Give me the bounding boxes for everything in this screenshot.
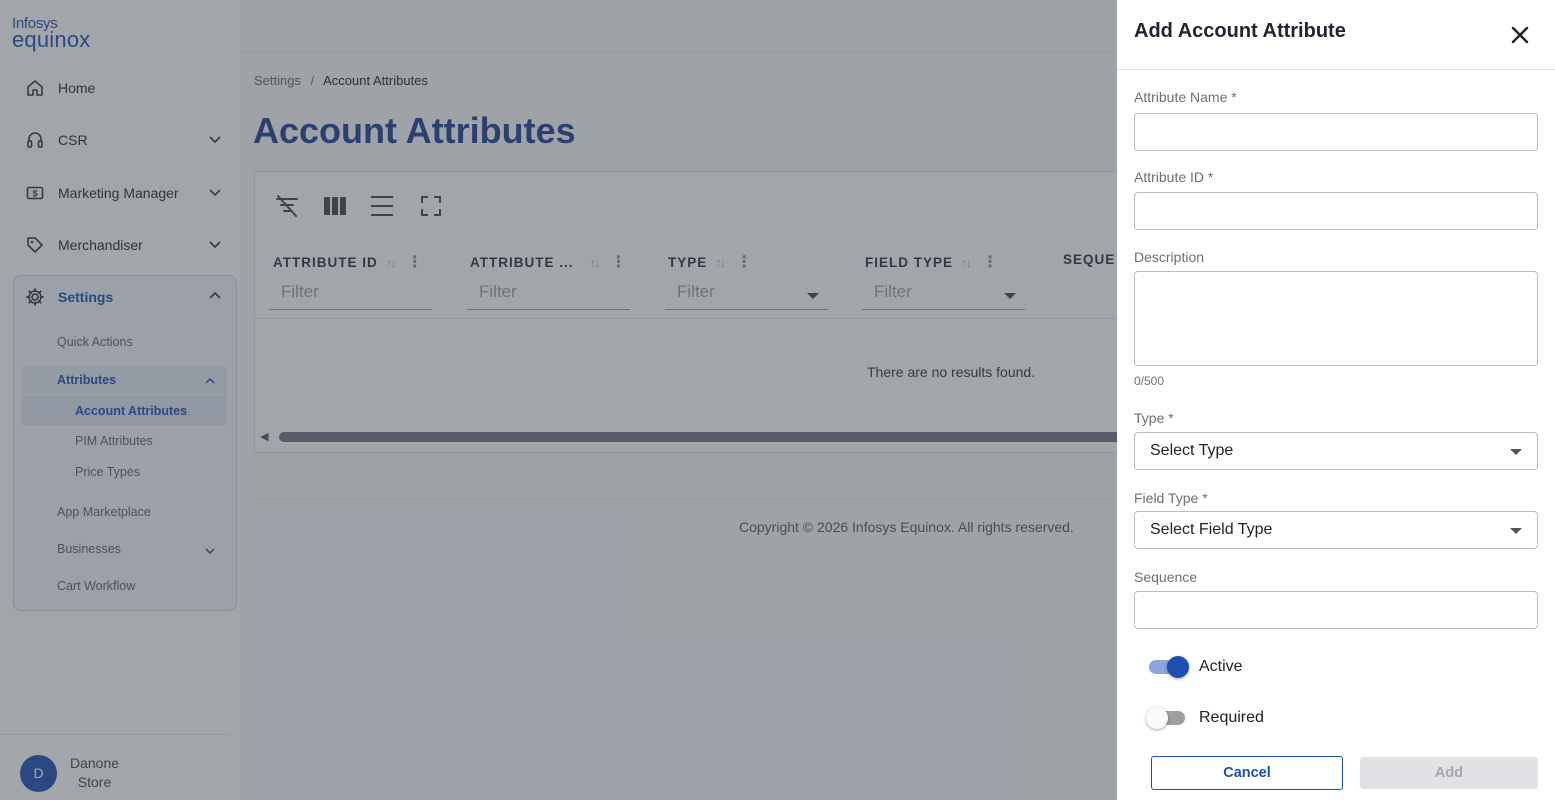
sequence-label: Sequence bbox=[1134, 569, 1198, 585]
type-select[interactable]: Select Type bbox=[1134, 432, 1538, 470]
required-toggle-label: Required bbox=[1199, 709, 1264, 726]
active-toggle[interactable] bbox=[1147, 655, 1189, 679]
attribute-name-input[interactable] bbox=[1134, 113, 1538, 151]
dropdown-arrow-icon bbox=[1510, 528, 1522, 534]
cancel-button[interactable]: Cancel bbox=[1151, 756, 1343, 790]
description-textarea[interactable] bbox=[1134, 271, 1538, 366]
drawer-divider bbox=[1117, 69, 1555, 70]
attribute-name-label: Attribute Name * bbox=[1134, 89, 1237, 105]
attribute-id-input[interactable] bbox=[1134, 192, 1538, 230]
toggle-knob bbox=[1146, 707, 1168, 729]
type-select-value: Select Type bbox=[1150, 442, 1234, 459]
close-icon bbox=[1511, 26, 1529, 44]
attribute-id-label: Attribute ID * bbox=[1134, 169, 1214, 185]
dropdown-arrow-icon bbox=[1510, 449, 1522, 455]
field-type-label: Field Type * bbox=[1134, 490, 1208, 506]
description-counter: 0/500 bbox=[1134, 374, 1165, 388]
modal-backdrop[interactable] bbox=[0, 0, 1117, 800]
add-button[interactable]: Add bbox=[1360, 757, 1538, 789]
toggle-knob bbox=[1167, 656, 1189, 678]
description-label: Description bbox=[1134, 249, 1205, 265]
drawer-title: Add Account Attribute bbox=[1134, 20, 1346, 42]
active-toggle-label: Active bbox=[1199, 658, 1243, 675]
close-button[interactable] bbox=[1509, 24, 1531, 46]
active-toggle-row: Active bbox=[1147, 655, 1243, 679]
required-toggle[interactable] bbox=[1146, 706, 1189, 730]
sequence-input[interactable] bbox=[1134, 591, 1538, 629]
field-type-select-value: Select Field Type bbox=[1150, 521, 1273, 538]
required-toggle-row: Required bbox=[1146, 706, 1264, 730]
add-attribute-drawer: Add Account Attribute Attribute Name * A… bbox=[1117, 0, 1555, 800]
type-label: Type * bbox=[1134, 410, 1174, 426]
field-type-select[interactable]: Select Field Type bbox=[1134, 511, 1538, 549]
